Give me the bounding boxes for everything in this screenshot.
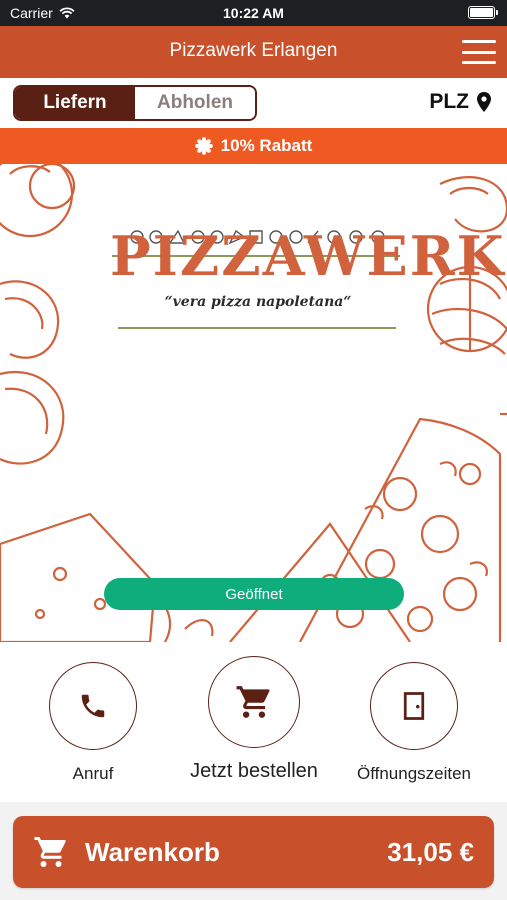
order-mode-toggle: Liefern Abholen [13, 85, 257, 121]
clock: 10:22 AM [223, 5, 284, 21]
open-status-badge: Geöffnet [104, 578, 404, 610]
opening-hours-circle[interactable] [370, 662, 458, 750]
order-now-button[interactable]: Jetzt bestellen [174, 656, 334, 783]
badge-icon [194, 137, 213, 155]
postal-code-button[interactable]: PLZ [429, 90, 491, 114]
cart-footer: Warenkorb 31,05 € [0, 802, 507, 900]
call-button[interactable]: Anruf [49, 662, 137, 784]
quick-actions: Anruf Jetzt bestellen Öffnungszeiten [0, 642, 507, 802]
cart-icon [236, 686, 270, 718]
postal-code-label: PLZ [429, 90, 469, 113]
order-mode-bar: Liefern Abholen PLZ [0, 78, 507, 128]
cart-total: 31,05 € [387, 836, 474, 867]
nav-bar: Pizzawerk Erlangen [0, 26, 507, 78]
door-icon [403, 692, 425, 720]
call-button-circle[interactable] [49, 662, 137, 750]
call-label: Anruf [72, 764, 114, 783]
order-now-circle[interactable] [208, 656, 300, 748]
tab-pickup[interactable]: Abholen [135, 87, 255, 119]
status-bar: Carrier 10:22 AM [0, 0, 507, 26]
cart-button[interactable]: Warenkorb 31,05 € [13, 816, 494, 888]
order-now-label: Jetzt bestellen [190, 760, 318, 782]
menu-icon[interactable] [462, 40, 496, 64]
hero-banner: PIZZAWERK “vera pizza napoletana“ Geöffn… [0, 164, 507, 642]
restaurant-logo: PIZZAWERK “vera pizza napoletana“ [110, 224, 506, 310]
discount-banner[interactable]: 10% Rabatt [0, 128, 507, 164]
cart-label: Warenkorb [85, 836, 220, 867]
discount-text: 10% Rabatt [220, 136, 313, 155]
logo-tagline: “vera pizza napoletana“ [164, 294, 352, 310]
cart-icon [34, 837, 66, 867]
page-title: Pizzawerk Erlangen [169, 40, 338, 61]
opening-hours-label: Öffnungszeiten [356, 764, 472, 783]
battery-icon [468, 6, 498, 19]
phone-icon [81, 694, 105, 718]
location-pin-icon [477, 92, 491, 112]
opening-hours-button[interactable]: Öffnungszeiten [355, 662, 473, 784]
tab-delivery[interactable]: Liefern [15, 87, 135, 119]
logo-wordmark: PIZZAWERK [110, 224, 506, 288]
